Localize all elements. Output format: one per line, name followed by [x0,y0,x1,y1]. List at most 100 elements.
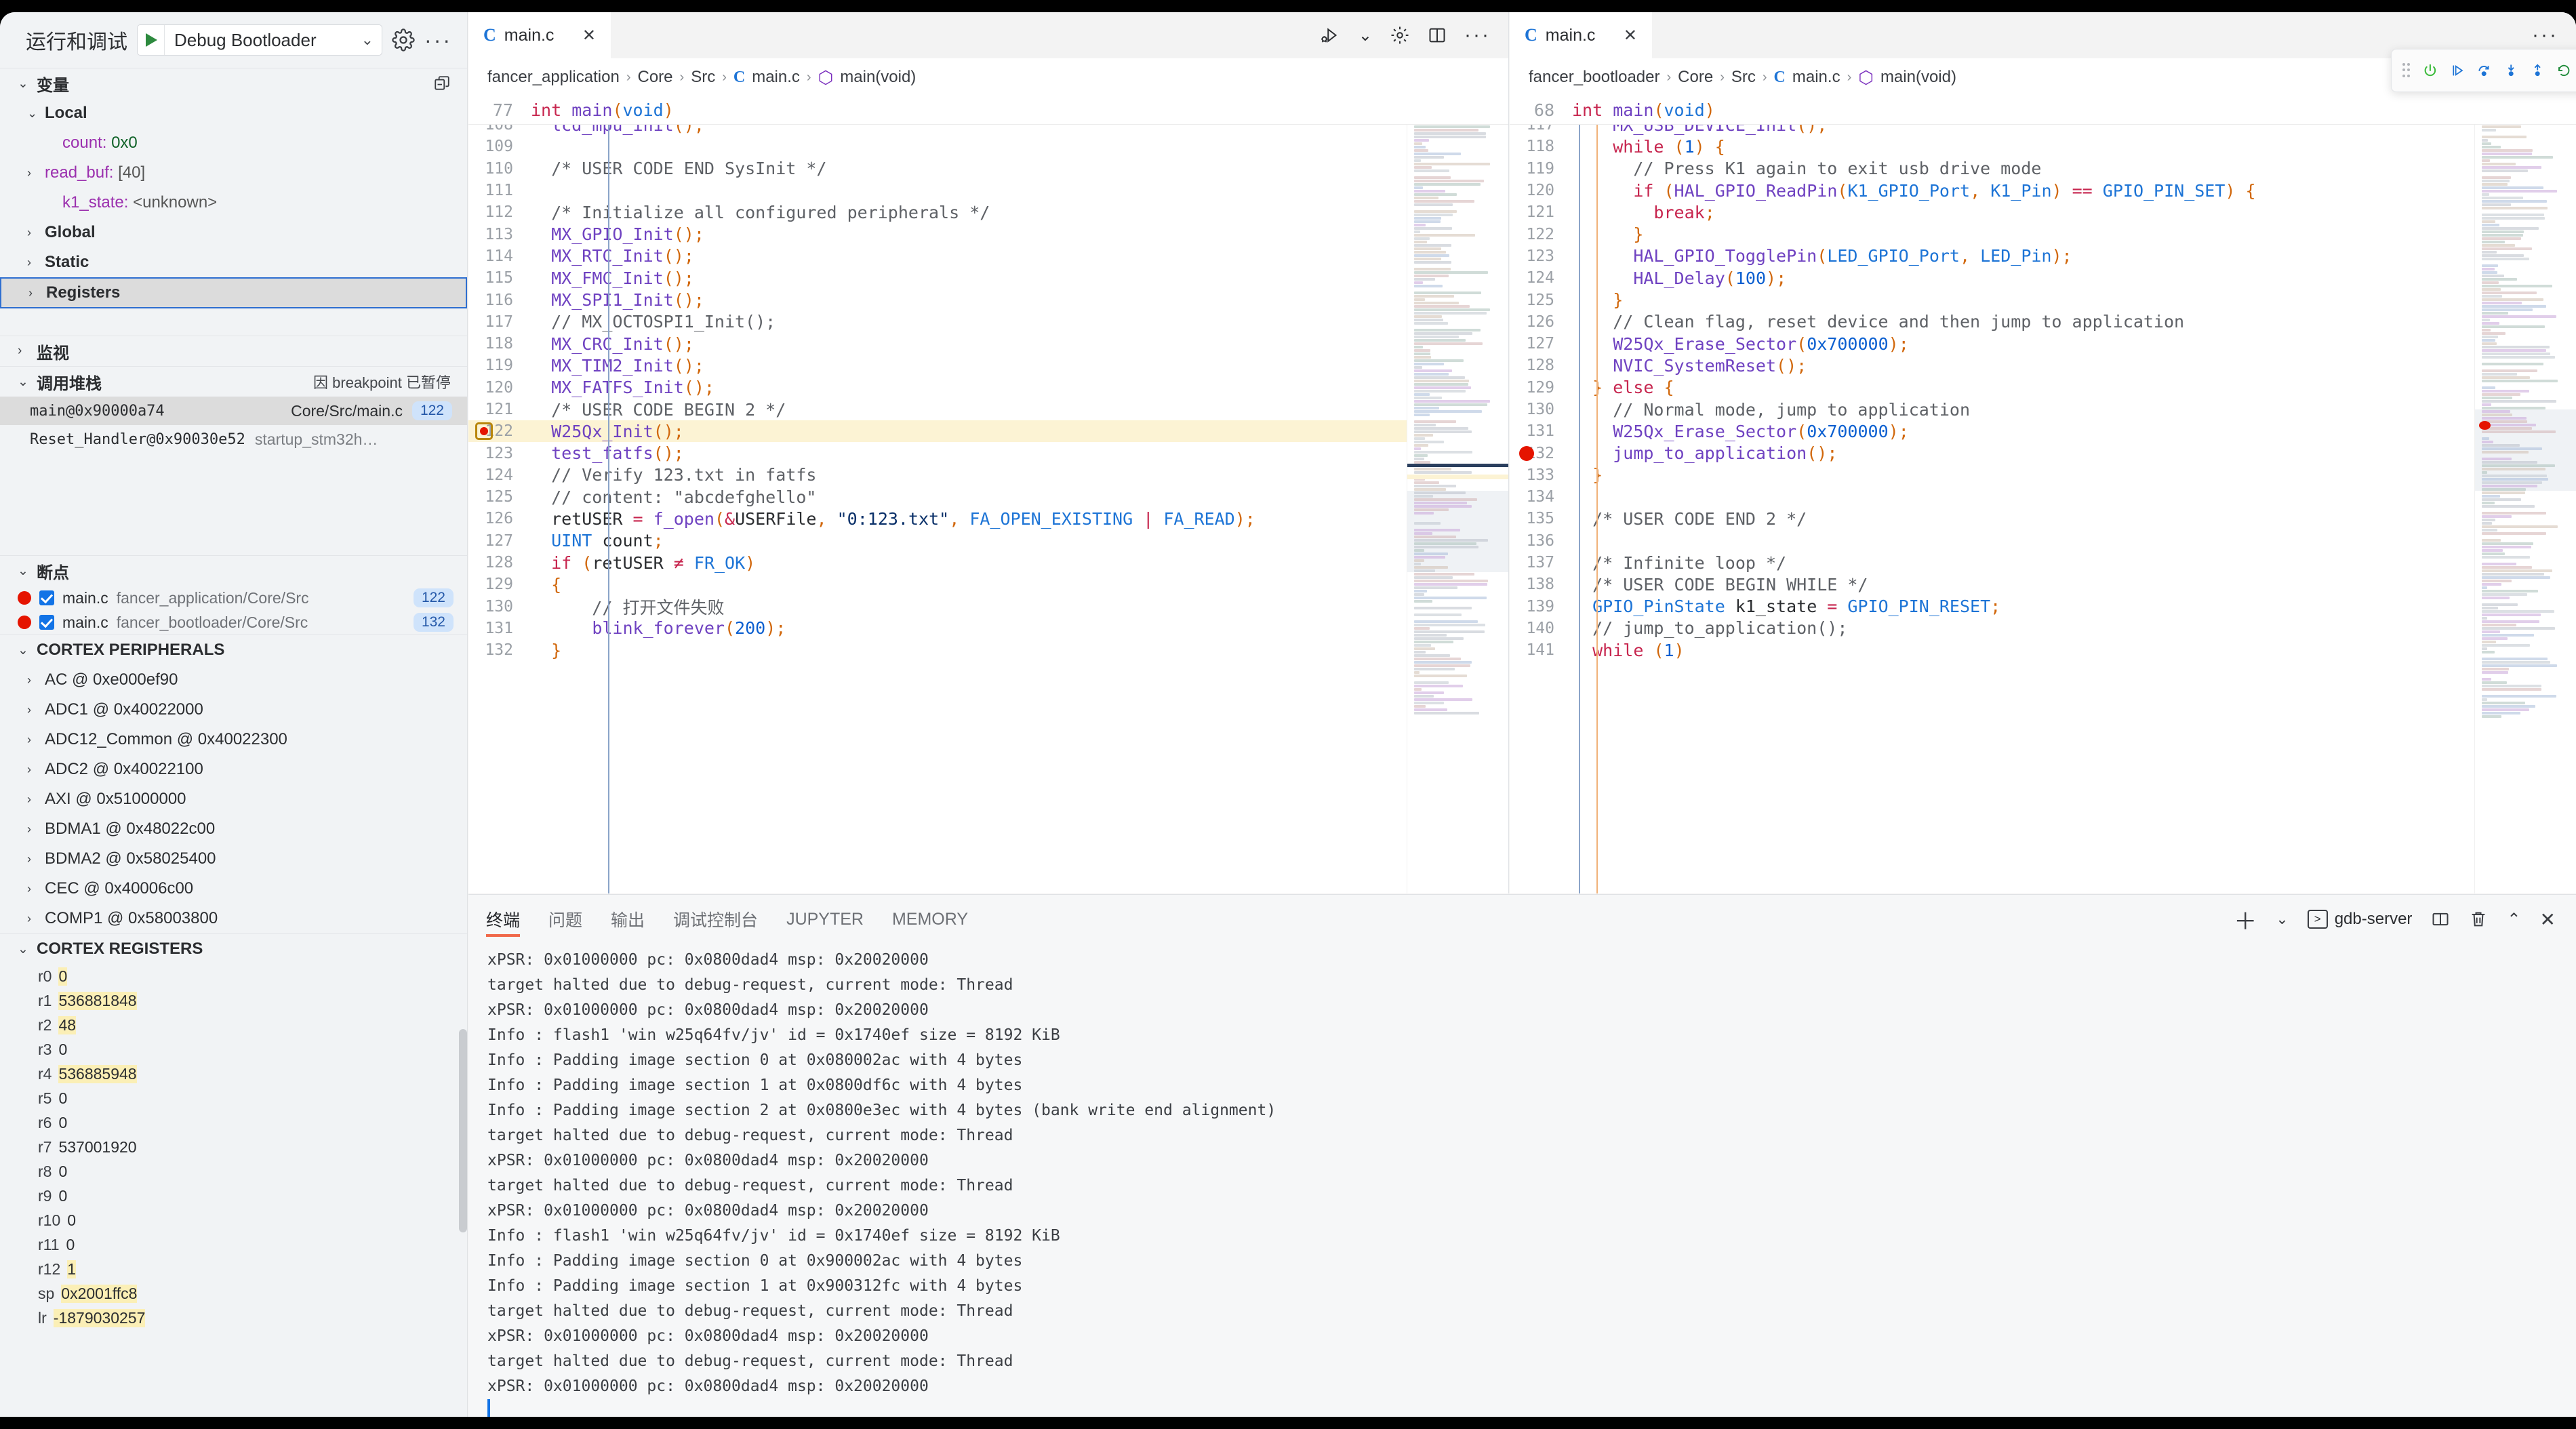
watch-header[interactable]: › 监视 [0,336,467,366]
chevron-down-icon[interactable]: ⌄ [353,31,382,49]
play-icon[interactable] [146,33,157,47]
run-debug-icon[interactable] [1321,25,1341,45]
register-row[interactable]: r11 0 [0,1232,467,1257]
peripheral-item[interactable]: › CEC @ 0x40006c00 [0,874,467,904]
more-icon[interactable]: ··· [1464,24,1491,47]
code-line[interactable]: 126 retUSER = f_open(&USERFile, "0:123.t… [468,508,1508,529]
peripheral-item[interactable]: › AXI @ 0x51000000 [0,784,467,814]
code-line[interactable]: 139 GPIO_PinState k1_state = GPIO_PIN_RE… [1510,596,2576,618]
tab-main-c-left[interactable]: C main.c ✕ [468,12,611,58]
close-icon[interactable]: ✕ [1624,26,1637,45]
register-row[interactable]: r5 0 [0,1086,467,1110]
panel-tab[interactable]: 调试控制台 [673,895,758,944]
variables-header[interactable]: ⌄ 变量 [0,68,467,98]
split-panel-icon[interactable] [2431,910,2450,929]
peripheral-item[interactable]: › ADC12_Common @ 0x40022300 [0,725,467,754]
registers-header[interactable]: ⌄ CORTEX REGISTERS [0,934,467,964]
trash-icon[interactable] [2469,910,2488,929]
scope-local[interactable]: ⌄ Local [0,98,467,128]
code-line[interactable]: 134 [1510,486,2576,508]
step-into-icon[interactable] [2504,60,2518,81]
close-icon[interactable]: ✕ [582,26,596,45]
tab-main-c-right[interactable]: C main.c ✕ [1510,12,1652,58]
code-line[interactable]: 118 while (1) { [1510,136,2576,157]
current-breakpoint-icon[interactable] [475,422,493,441]
code-line[interactable]: 121 /* USER CODE BEGIN 2 */ [468,399,1508,420]
drag-handle-icon[interactable] [2402,63,2410,78]
chevron-down-icon[interactable]: ⌄ [1359,26,1372,45]
code-line[interactable]: 133 } [1510,464,2576,486]
breadcrumb-item[interactable]: main(void) [840,68,916,87]
terminal-selector[interactable]: > gdb-server [2307,910,2412,929]
register-row[interactable]: r0 0 [0,964,467,988]
callstack-frame[interactable]: Reset_Handler@0x90030e52 startup_stm32h… [0,425,467,454]
code-line[interactable]: 131 blink_forever(200); [468,618,1508,639]
code-line[interactable]: 128 NVIC_SystemReset(); [1510,355,2576,376]
breadcrumb-item[interactable]: Src [691,68,715,87]
code-line[interactable]: 114 MX_RTC_Init(); [468,245,1508,267]
gear-icon[interactable] [392,28,415,52]
register-row[interactable]: r7 537001920 [0,1135,467,1159]
restart-icon[interactable] [2557,60,2571,81]
peripheral-item[interactable]: › AC @ 0xe000ef90 [0,665,467,695]
step-over-icon[interactable] [2477,60,2491,81]
code-line[interactable]: 108 lcd_mpu_init(); [468,125,1508,136]
code-line[interactable]: 141 while (1) [1510,639,2576,661]
register-row[interactable]: lr -1879030257 [0,1306,467,1330]
breadcrumb-item[interactable]: main(void) [1880,68,1956,87]
code-line[interactable]: 123 HAL_GPIO_TogglePin(LED_GPIO_Port, LE… [1510,245,2576,267]
code-line[interactable]: 122 W25Qx_Init(); [468,420,1508,443]
code-line[interactable]: 140 // jump_to_application(); [1510,618,2576,639]
sidebar-scrollbar[interactable] [459,1029,467,1232]
panel-tab[interactable]: MEMORY [892,895,968,944]
scope-global[interactable]: › Global [0,218,467,247]
code-line[interactable]: 138 /* USER CODE BEGIN WHILE */ [1510,573,2576,595]
settings-gear-icon[interactable] [1390,25,1410,45]
peripheral-item[interactable]: › ADC1 @ 0x40022000 [0,695,467,725]
code-line[interactable]: 120 MX_FATFS_Init(); [468,377,1508,399]
callstack-header[interactable]: ⌄ 调用堆栈 因 breakpoint 已暂停 [0,367,467,397]
copy-icon[interactable] [433,75,451,92]
code-viewport-left[interactable]: 108 lcd_mpu_init(); 109 110 /* USER CODE E… [468,125,1508,893]
peripheral-item[interactable]: › BDMA1 @ 0x48022c00 [0,814,467,844]
register-row[interactable]: r2 48 [0,1013,467,1037]
breadcrumb-item[interactable]: Core [637,68,672,87]
terminal-output[interactable]: xPSR: 0x01000000 pc: 0x0800dad4 msp: 0x2… [468,944,2576,1417]
code-line[interactable]: 117 // MX_OCTOSPI1_Init(); [468,311,1508,333]
code-line[interactable]: 122 } [1510,223,2576,245]
code-line[interactable]: 131 W25Qx_Erase_Sector(0x700000); [1510,420,2576,442]
close-icon[interactable]: ✕ [2540,908,2556,931]
breadcrumb-item[interactable]: main.c [752,68,800,87]
peripheral-item[interactable]: › ADC2 @ 0x40022100 [0,754,467,784]
code-line[interactable]: 111 [468,180,1508,201]
minimap-right[interactable] [2474,125,2576,893]
panel-tab[interactable]: JUPYTER [786,895,864,944]
chevron-up-icon[interactable]: ⌃ [2507,910,2520,929]
code-line[interactable]: 128 if (retUSER ≠ FR_OK) [468,552,1508,573]
chevron-right-icon[interactable]: › [27,166,45,180]
breadcrumb-item[interactable]: fancer_application [487,68,620,87]
code-line[interactable]: 124 // Verify 123.txt in fatfs [468,464,1508,486]
breadcrumb-item[interactable]: Core [1678,68,1713,87]
code-line[interactable]: 119 // Press K1 again to exit usb drive … [1510,158,2576,180]
code-line[interactable]: 125 // content: "abcdefghello" [468,486,1508,508]
breakpoint-item[interactable]: main.c fancer_application/Core/Src 122 [0,586,467,610]
breadcrumb-item[interactable]: fancer_bootloader [1529,68,1659,87]
breadcrumb-item[interactable]: Src [1731,68,1756,87]
scope-static[interactable]: › Static [0,247,467,277]
code-line[interactable]: 129 } else { [1510,377,2576,399]
code-line[interactable]: 125 } [1510,289,2576,310]
code-line[interactable]: 130 // Normal mode, jump to application [1510,399,2576,420]
breakpoint-item[interactable]: main.c fancer_bootloader/Core/Src 132 [0,610,467,635]
step-out-icon[interactable] [2531,60,2544,81]
more-icon[interactable]: ··· [2532,24,2558,47]
peripherals-header[interactable]: ⌄ CORTEX PERIPHERALS [0,635,467,665]
register-row[interactable]: r3 0 [0,1037,467,1062]
register-row[interactable]: r6 0 [0,1110,467,1135]
code-line[interactable]: 115 MX_FMC_Init(); [468,267,1508,289]
breakpoints-header[interactable]: ⌄ 断点 [0,556,467,586]
register-row[interactable]: sp 0x2001ffc8 [0,1281,467,1306]
code-line[interactable]: 129 { [468,573,1508,595]
code-line[interactable]: 124 HAL_Delay(100); [1510,267,2576,289]
more-icon[interactable]: ··· [424,28,452,53]
